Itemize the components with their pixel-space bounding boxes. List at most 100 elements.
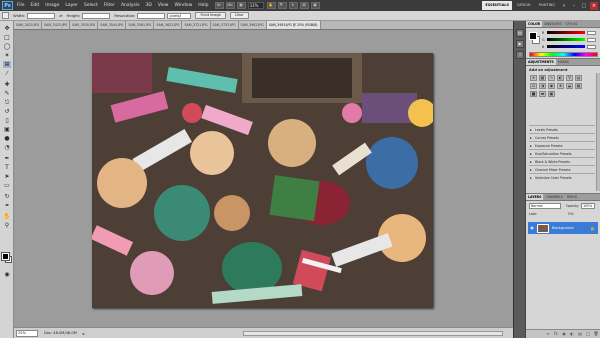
document-tab[interactable]: SAM_3721.JPG [182, 21, 211, 29]
preset-exposure[interactable]: Exposure Presets [529, 141, 595, 150]
blue-slider[interactable]: B [542, 44, 600, 49]
dodge-tool-icon[interactable]: ◔ [3, 144, 11, 151]
preset-levels[interactable]: Levels Presets [529, 125, 595, 134]
menu-filter[interactable]: Filter [104, 3, 115, 8]
menu-view[interactable]: View [158, 3, 169, 8]
opacity-field[interactable]: 100% [581, 203, 596, 209]
document-tab[interactable]: SAM_3530.JPG [70, 21, 99, 29]
menu-select[interactable]: Select [84, 3, 98, 8]
red-slider[interactable]: R [542, 30, 600, 35]
preset-curves[interactable]: Curves Presets [529, 133, 595, 142]
color-balance-icon[interactable]: ⚖ [530, 83, 537, 89]
3d-rotate-tool-icon[interactable]: ↻ [3, 193, 11, 200]
image-canvas[interactable] [92, 53, 433, 308]
tab-masks[interactable]: MASKS [556, 59, 571, 65]
zoom-tool-button[interactable]: 🔍 [277, 2, 287, 9]
green-slider-track[interactable] [547, 38, 585, 41]
exposure-icon[interactable]: ◐ [557, 75, 564, 81]
info-panel-icon[interactable]: i [516, 51, 524, 59]
hand-tool-button[interactable]: ✋ [266, 2, 276, 9]
launch-bridge-button[interactable]: Br [214, 2, 224, 9]
adjustments-scrollbar[interactable] [596, 73, 600, 191]
threshold-icon[interactable]: ■ [530, 91, 537, 97]
menu-edit[interactable]: Edit [31, 3, 40, 8]
width-field[interactable] [27, 12, 56, 19]
document-tab[interactable]: SAM_3561.JPG [126, 21, 155, 29]
foreground-color-swatch[interactable] [1, 252, 10, 261]
marquee-tool-icon[interactable]: □ [3, 34, 11, 41]
pen-tool-icon[interactable]: ✒ [3, 155, 11, 162]
green-value-field[interactable] [587, 37, 596, 42]
new-layer-icon[interactable]: □ [585, 331, 591, 337]
zoom-level-select[interactable]: 33% [247, 2, 264, 9]
photo-filter-icon[interactable]: ◉ [548, 83, 555, 89]
clone-stamp-tool-icon[interactable]: ⎋ [3, 99, 11, 106]
workspace-design[interactable]: DESIGN [514, 1, 534, 10]
blur-tool-icon[interactable]: ● [3, 135, 11, 142]
status-zoom-field[interactable]: 25% [16, 329, 38, 337]
height-field[interactable] [82, 12, 111, 19]
maximize-icon[interactable]: □ [580, 2, 588, 10]
close-icon[interactable]: × [590, 1, 598, 10]
menu-file[interactable]: File [17, 3, 25, 8]
tab-color[interactable]: COLOR [526, 21, 543, 27]
preset-hue-saturation[interactable]: Hue/Saturation Presets [529, 149, 595, 158]
hand-tool-icon[interactable]: ✋ [3, 213, 11, 220]
tab-channels[interactable]: CHANNELS [543, 194, 564, 200]
type-tool-icon[interactable]: T [3, 164, 11, 171]
horizontal-scrollbar[interactable] [243, 330, 503, 336]
menu-analysis[interactable]: Analysis [121, 3, 140, 8]
actions-panel-icon[interactable]: ▶ [516, 40, 524, 48]
channel-mixer-icon[interactable]: ★ [557, 83, 564, 89]
workspace-painting[interactable]: PAINTING [536, 1, 558, 10]
blue-value-field[interactable] [587, 44, 596, 49]
add-mask-icon[interactable]: ◉ [561, 331, 567, 337]
eyedropper-tool-icon[interactable]: ⁄ [3, 70, 11, 77]
blue-slider-track[interactable] [547, 45, 585, 48]
crop-tool-icon[interactable]: ⊞ [3, 61, 11, 68]
zoom-tool-icon[interactable]: ⚲ [3, 222, 11, 229]
layer-name[interactable]: Background [552, 226, 574, 230]
document-tab[interactable]: SAM_3420.JPG [14, 21, 43, 29]
brightness-contrast-icon[interactable]: ☀ [530, 75, 537, 81]
new-group-icon[interactable]: ▤ [577, 331, 583, 337]
status-menu-arrow-icon[interactable]: ▸ [83, 331, 85, 336]
hue-saturation-icon[interactable]: ▤ [575, 75, 582, 81]
tab-styles[interactable]: STYLES [564, 21, 580, 27]
healing-brush-tool-icon[interactable]: ✚ [3, 81, 11, 88]
screen-mode-button[interactable]: ▣ [310, 2, 320, 9]
new-adjustment-layer-icon[interactable]: ◐ [569, 331, 575, 337]
posterize-icon[interactable]: ▦ [575, 83, 582, 89]
clear-button[interactable]: Clear [229, 12, 249, 19]
levels-icon[interactable]: ▩ [539, 75, 546, 81]
blend-mode-select[interactable]: Normal [529, 203, 561, 209]
foreground-color-chip[interactable] [529, 32, 537, 40]
selective-color-icon[interactable]: ▣ [548, 91, 555, 97]
workspace-more-icon[interactable]: » [560, 2, 568, 10]
vibrance-icon[interactable]: V [566, 75, 573, 81]
menu-window[interactable]: Window [175, 3, 193, 8]
path-selection-tool-icon[interactable]: ➤ [3, 173, 11, 180]
swap-icon[interactable]: ⇄ [59, 13, 62, 18]
resolution-field[interactable] [137, 12, 166, 19]
delete-layer-icon[interactable]: 🗑 [593, 331, 599, 337]
brush-tool-icon[interactable]: ✎ [3, 90, 11, 97]
layer-row-background[interactable]: ◉ Background 🔒 [528, 222, 598, 234]
menu-help[interactable]: Help [198, 3, 208, 8]
document-tab[interactable]: SAM_3962.JPG [238, 21, 267, 29]
tab-swatches[interactable]: SWATCHES [542, 21, 563, 27]
document-tab[interactable]: SAM_3622.JPG [154, 21, 183, 29]
menu-3d[interactable]: 3D [145, 3, 151, 8]
minimize-icon[interactable]: – [570, 2, 578, 10]
quick-selection-tool-icon[interactable]: ✶ [3, 52, 11, 59]
gradient-tool-icon[interactable]: ▣ [3, 126, 11, 133]
menu-image[interactable]: Image [45, 3, 59, 8]
gradient-map-icon[interactable]: ▬ [539, 91, 546, 97]
black-white-icon[interactable]: ◑ [539, 83, 546, 89]
curves-icon[interactable]: ∿ [548, 75, 555, 81]
red-value-field[interactable] [587, 30, 596, 35]
3d-orbit-tool-icon[interactable]: ⚭ [3, 202, 11, 209]
front-image-button[interactable]: Front Image [195, 12, 226, 19]
link-layers-icon[interactable]: ∞ [545, 331, 551, 337]
red-slider-track[interactable] [547, 31, 585, 34]
